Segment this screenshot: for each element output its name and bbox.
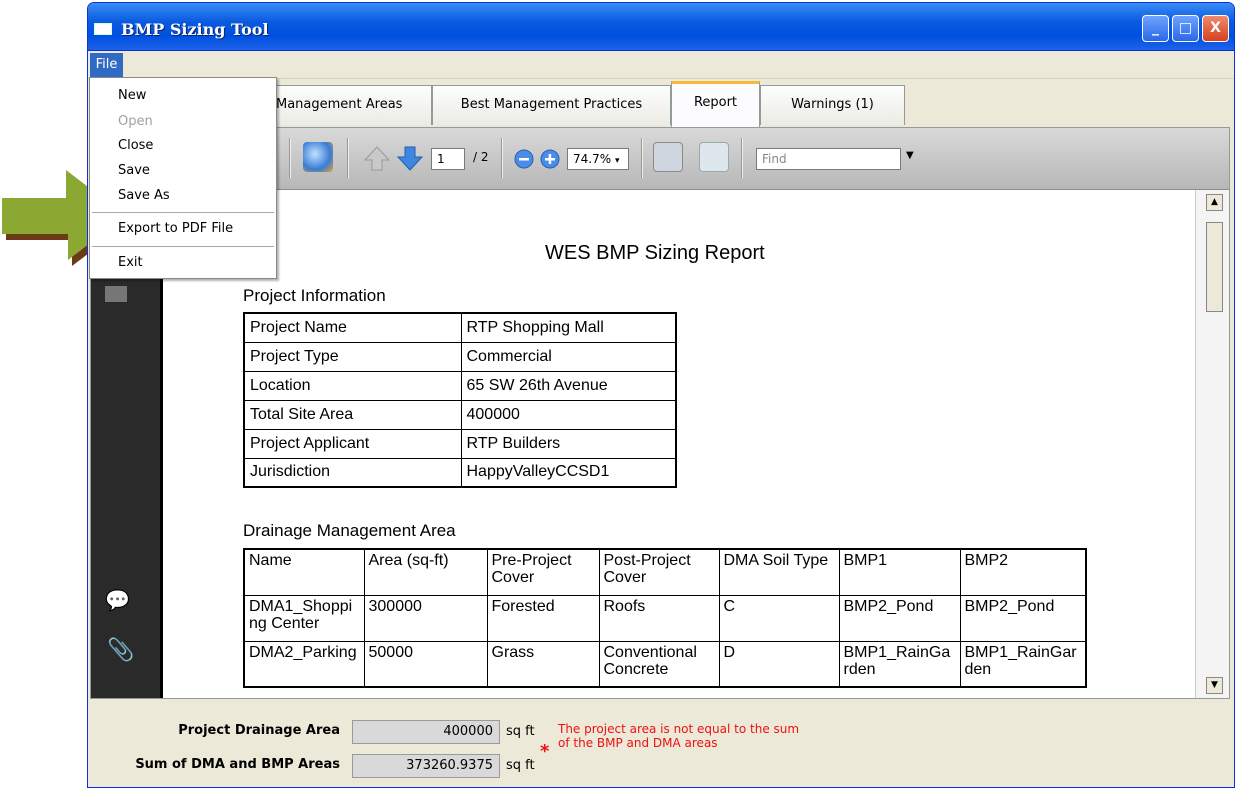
table-row: Jurisdiction HappyValleyCCSD1 [243, 457, 677, 488]
sum-areas-field: 373260.9375 [352, 754, 500, 778]
close-button[interactable]: X [1202, 15, 1229, 42]
tab-management-areas[interactable]: Management Areas [266, 85, 432, 125]
fit-page-icon[interactable] [699, 142, 729, 172]
menu-item-save-as[interactable]: Save As [118, 188, 170, 203]
project-info-table: Project Name RTP Shopping Mall Project Ty… [243, 312, 677, 488]
scroll-down-icon[interactable]: ▼ [1206, 677, 1223, 694]
toolbar-separator [641, 138, 643, 178]
menu-file[interactable]: File [90, 53, 123, 77]
find-input[interactable]: Find [756, 148, 901, 170]
page-total: / 2 [473, 150, 489, 164]
menu-item-new[interactable]: New [118, 88, 146, 103]
find-dropdown-icon[interactable]: ▼ [906, 150, 914, 161]
zoom-select[interactable]: 74.7% ▾ [567, 148, 629, 170]
table-row: Location 65 SW 26th Avenue [243, 370, 677, 401]
menu-separator [92, 212, 274, 213]
tab-report[interactable]: Report [671, 81, 760, 127]
title-bar: BMP Sizing Tool _ □ X [88, 3, 1234, 51]
toolbar-separator [347, 138, 349, 178]
sum-areas-unit: sq ft [506, 758, 535, 773]
report-title: WES BMP Sizing Report [545, 242, 765, 264]
area-summary: Project Drainage Area 400000 sq ft Sum o… [88, 700, 1234, 787]
menu-item-export-pdf[interactable]: Export to PDF File [118, 221, 233, 236]
menu-item-exit[interactable]: Exit [118, 255, 143, 270]
scroll-up-icon[interactable]: ▲ [1206, 194, 1223, 211]
toolbar-separator [741, 138, 743, 178]
dma-table: Name Area (sq-ft) Pre-Project Cover Post… [243, 548, 1087, 688]
export-icon[interactable] [303, 142, 333, 172]
fit-width-icon[interactable] [653, 142, 683, 172]
dma-heading: Drainage Management Area [243, 521, 456, 540]
minimize-button[interactable]: _ [1142, 15, 1169, 42]
next-page-icon[interactable] [396, 144, 424, 172]
binoculars-icon[interactable] [105, 286, 127, 302]
comments-icon[interactable]: 💬 [105, 588, 130, 612]
window-title: BMP Sizing Tool [121, 20, 269, 39]
area-warning-message: The project area is not equal to the sum… [558, 722, 800, 750]
page-number-input[interactable]: 1 [431, 148, 465, 170]
drainage-area-field: 400000 [352, 720, 500, 744]
table-row: DMA1_Shopping Center 300000 Forested Roo… [243, 594, 1087, 642]
vertical-scrollbar[interactable]: ▲ ▼ [1195, 190, 1229, 698]
scroll-thumb[interactable] [1206, 222, 1223, 312]
previous-page-icon[interactable] [363, 144, 391, 172]
maximize-button[interactable]: □ [1172, 15, 1199, 42]
attachment-icon[interactable]: 📎 [107, 638, 134, 663]
zoom-out-icon[interactable] [513, 148, 535, 170]
tab-best-management-practices[interactable]: Best Management Practices [432, 85, 671, 125]
menu-item-open: Open [118, 114, 153, 129]
chevron-down-icon: ▾ [614, 156, 620, 166]
toolbar-separator [289, 138, 291, 178]
warning-star-icon: * [540, 741, 550, 762]
app-icon [94, 23, 112, 35]
drainage-area-unit: sq ft [506, 724, 535, 739]
table-header-row: Name Area (sq-ft) Pre-Project Cover Post… [243, 548, 1087, 596]
table-row: Project Applicant RTP Builders [243, 428, 677, 459]
zoom-in-icon[interactable] [539, 148, 561, 170]
menu-item-save[interactable]: Save [118, 163, 150, 178]
menu-item-close[interactable]: Close [118, 138, 153, 153]
table-row: Project Name RTP Shopping Mall [243, 312, 677, 343]
sum-areas-label: Sum of DMA and BMP Areas [135, 757, 340, 772]
project-info-heading: Project Information [243, 286, 386, 305]
report-page: WES BMP Sizing Report Project Informatio… [163, 190, 1197, 698]
table-row: DMA2_Parking 50000 Grass Conventional Co… [243, 640, 1087, 688]
tab-warnings[interactable]: Warnings (1) [760, 85, 905, 125]
file-menu: New Open Close Save Save As Export to PD… [89, 77, 277, 279]
menu-separator [92, 246, 274, 247]
menu-bar: File [88, 51, 1234, 79]
table-row: Project Type Commercial [243, 341, 677, 372]
toolbar-separator [501, 138, 503, 178]
drainage-area-label: Project Drainage Area [178, 723, 340, 738]
table-row: Total Site Area 400000 [243, 399, 677, 430]
